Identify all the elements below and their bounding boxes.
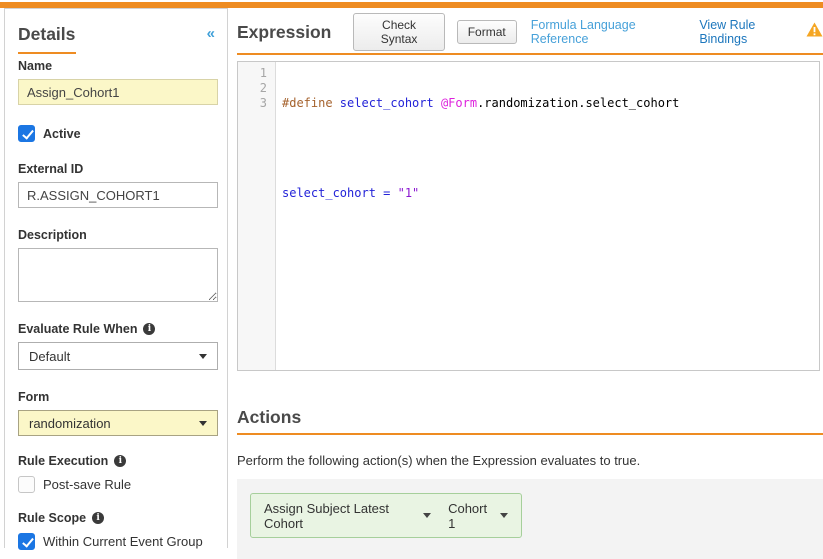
post-save-rule-checkbox[interactable] <box>18 476 35 493</box>
description-textarea[interactable] <box>18 248 218 302</box>
info-icon[interactable] <box>92 512 104 524</box>
external-id-label: External ID <box>18 162 215 176</box>
expression-section: Expression Check Syntax Format Formula L… <box>237 0 823 543</box>
chevron-down-icon <box>500 513 508 518</box>
code-line <box>282 141 679 156</box>
action-value-dropdown[interactable]: Cohort 1 <box>448 501 508 531</box>
form-value: randomization <box>29 416 111 431</box>
chevron-down-icon <box>199 421 207 426</box>
check-syntax-button[interactable]: Check Syntax <box>353 13 444 51</box>
evaluate-rule-when-value: Default <box>29 349 70 364</box>
active-checkbox[interactable] <box>18 125 35 142</box>
collapse-panel-icon[interactable]: « <box>207 26 215 41</box>
code-line: select_cohort = "1" <box>282 186 679 201</box>
within-current-event-group-label: Within Current Event Group <box>43 534 203 549</box>
line-number: 1 <box>238 66 267 81</box>
warning-icon[interactable] <box>806 22 823 42</box>
editor-line-numbers: 1 2 3 <box>238 62 276 370</box>
form-select[interactable]: randomization <box>18 410 218 436</box>
details-panel-title: Details <box>18 24 75 45</box>
name-input[interactable] <box>18 79 218 105</box>
info-icon[interactable] <box>143 323 155 335</box>
formula-language-reference-link[interactable]: Formula Language Reference <box>531 18 687 46</box>
action-value-label: Cohort 1 <box>448 501 492 531</box>
actions-title-underline <box>237 433 823 435</box>
expression-code-editor[interactable]: 1 2 3 #define select_cohort @Form.random… <box>237 61 820 371</box>
actions-list-area: Assign Subject Latest Cohort Cohort 1 <box>237 479 823 559</box>
evaluate-rule-when-label: Evaluate Rule When <box>18 322 137 336</box>
external-id-input[interactable] <box>18 182 218 208</box>
evaluate-rule-when-select[interactable]: Default <box>18 342 218 370</box>
format-button[interactable]: Format <box>457 20 517 44</box>
expression-title: Expression <box>237 22 331 43</box>
rule-execution-label: Rule Execution <box>18 454 108 468</box>
form-label: Form <box>18 390 215 404</box>
action-type-label: Assign Subject Latest Cohort <box>264 501 415 531</box>
line-number: 2 <box>238 81 267 96</box>
expression-title-underline <box>237 53 823 55</box>
chevron-down-icon <box>423 513 431 518</box>
action-type-dropdown[interactable]: Assign Subject Latest Cohort <box>264 501 431 531</box>
code-line: #define select_cohort @Form.randomizatio… <box>282 96 679 111</box>
name-label: Name <box>18 59 215 73</box>
active-label: Active <box>43 127 81 141</box>
info-icon[interactable] <box>114 455 126 467</box>
post-save-rule-label: Post-save Rule <box>43 477 131 492</box>
line-number: 3 <box>238 96 267 111</box>
rule-scope-label: Rule Scope <box>18 511 86 525</box>
editor-code-area[interactable]: #define select_cohort @Form.randomizatio… <box>276 62 679 370</box>
within-current-event-group-checkbox[interactable] <box>18 533 35 550</box>
actions-description: Perform the following action(s) when the… <box>237 453 823 468</box>
view-rule-bindings-link[interactable]: View Rule Bindings <box>699 18 800 46</box>
chevron-down-icon <box>199 354 207 359</box>
actions-title: Actions <box>237 407 823 428</box>
details-title-underline <box>18 52 76 54</box>
description-label: Description <box>18 228 215 242</box>
details-panel: Details « Name Active External ID Descri… <box>4 8 228 548</box>
action-row: Assign Subject Latest Cohort Cohort 1 <box>250 493 522 538</box>
